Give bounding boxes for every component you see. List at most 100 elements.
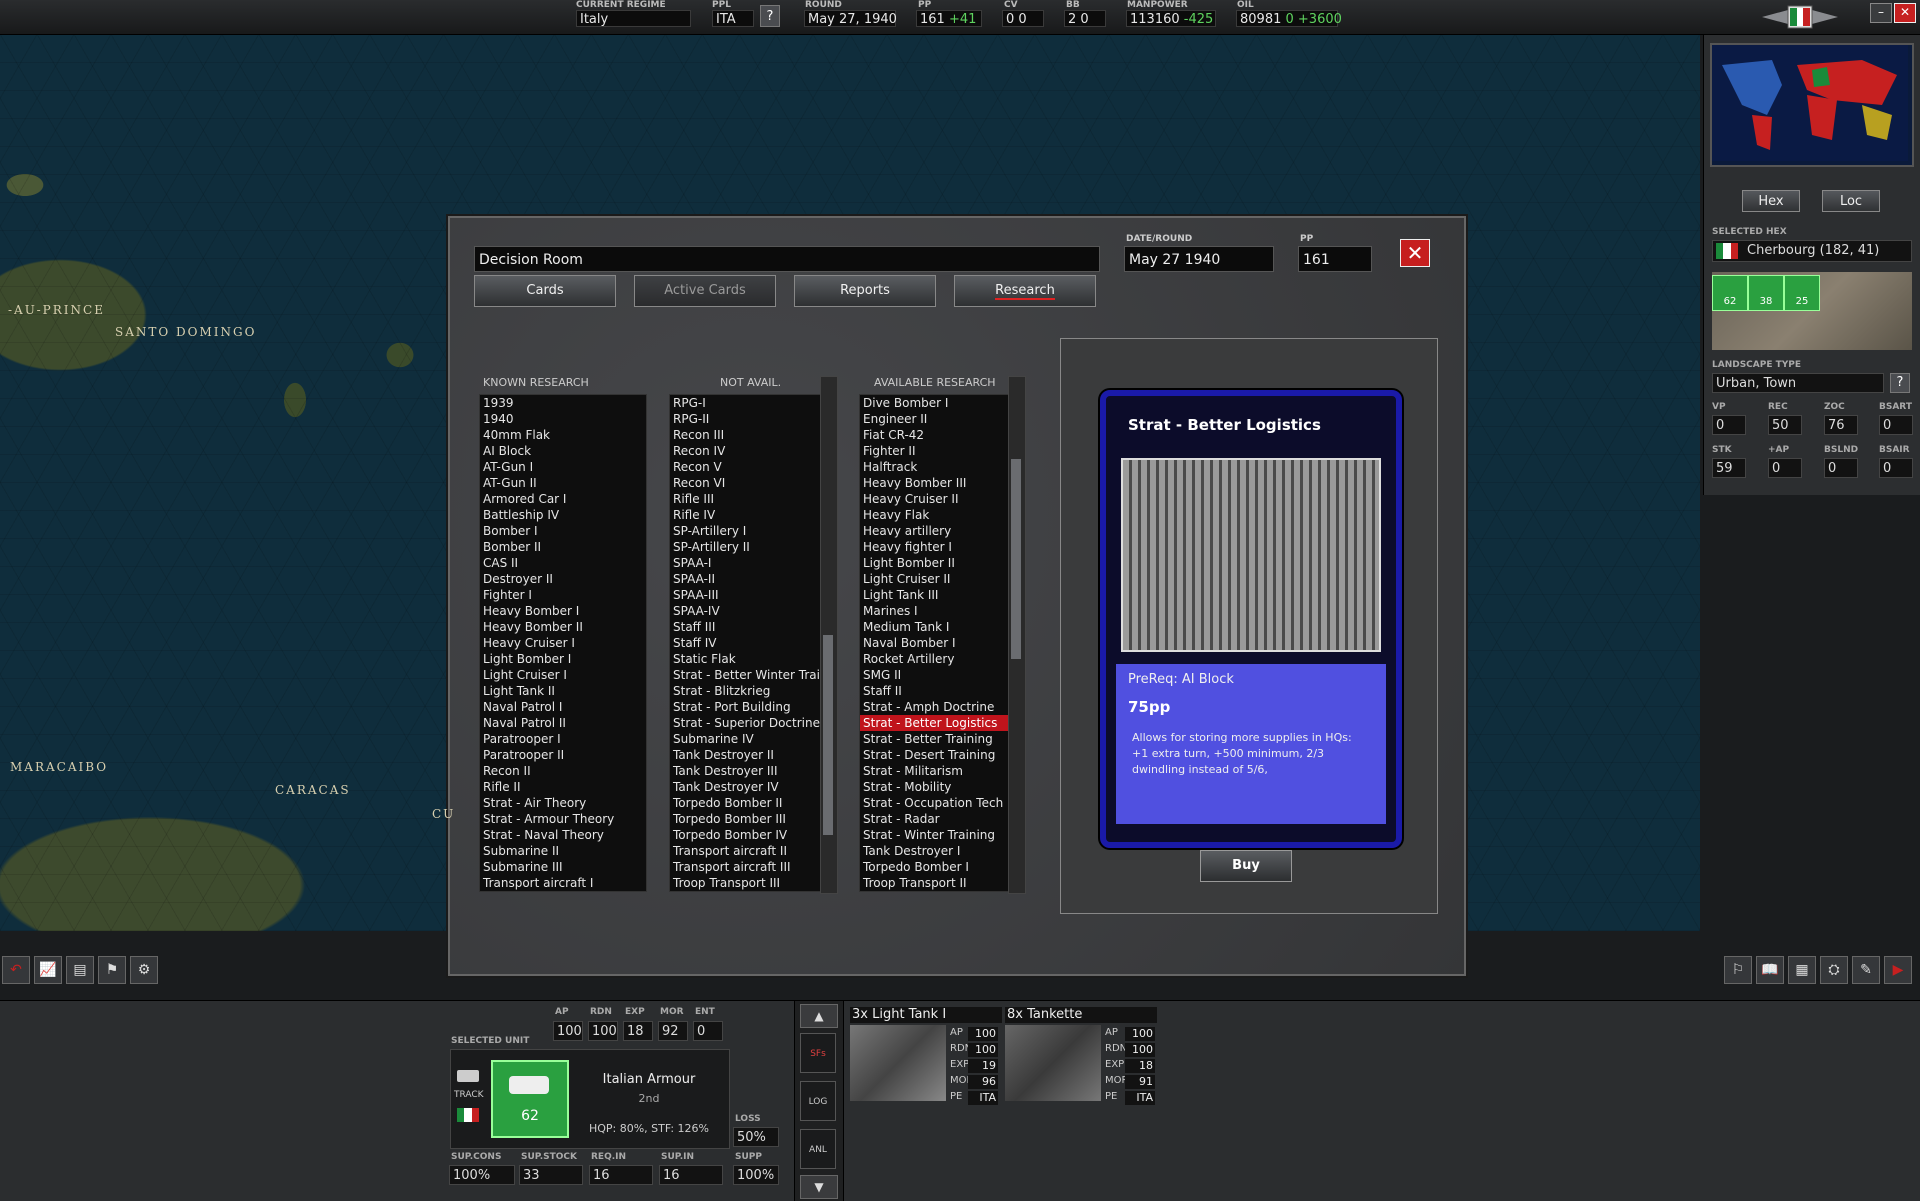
list-item[interactable]: SPAA-II <box>670 571 830 587</box>
list-item[interactable]: Heavy Bomber III <box>860 475 1010 491</box>
scroll-thumb[interactable] <box>1011 459 1021 659</box>
tab-research[interactable]: Research <box>954 275 1096 307</box>
list-item[interactable]: Naval Bomber I <box>860 635 1010 651</box>
list-item[interactable]: Bomber I <box>480 523 646 539</box>
list-item[interactable]: Strat - Radar <box>860 811 1010 827</box>
list-item[interactable]: Naval Patrol I <box>480 699 646 715</box>
list-item[interactable]: 1939 <box>480 395 646 411</box>
list-item[interactable]: SP-Artillery II <box>670 539 830 555</box>
minimap[interactable] <box>1710 43 1914 167</box>
list-item[interactable]: Light Cruiser I <box>480 667 646 683</box>
list-item[interactable]: Torpedo Bomber II <box>670 795 830 811</box>
list-item[interactable]: Troop Transport III <box>670 875 830 891</box>
list-item[interactable]: Strat - Desert Training <box>860 747 1010 763</box>
production-icon[interactable]: ⚙ <box>130 956 158 984</box>
unit-counter[interactable]: 62 <box>491 1060 569 1138</box>
list-item[interactable]: AI Block <box>480 443 646 459</box>
list-item[interactable]: Rifle II <box>480 779 646 795</box>
hq-icon[interactable]: ⚑ <box>98 956 126 984</box>
list-item[interactable]: 1940 <box>480 411 646 427</box>
hex-unit-armor[interactable]: 25 <box>1784 275 1820 311</box>
down-arrow-icon[interactable]: ▼ <box>800 1175 838 1199</box>
list-item[interactable]: Armored Car I <box>480 491 646 507</box>
list-item[interactable]: Heavy Bomber I <box>480 603 646 619</box>
list-item[interactable]: Strat - Superior Doctrines <box>670 715 830 731</box>
list-item[interactable]: Transport aircraft I <box>480 875 646 891</box>
list-item[interactable]: Torpedo Bomber IV <box>670 827 830 843</box>
grid-icon[interactable]: ▦ <box>1788 956 1816 984</box>
list-item[interactable]: SPAA-IV <box>670 603 830 619</box>
list-item[interactable]: Strat - Naval Theory <box>480 827 646 843</box>
known-research-list[interactable]: 1939 1940 40mm Flak AI Block AT-Gun I AT-Gun … <box>479 394 647 892</box>
list-item[interactable]: Recon III <box>670 427 830 443</box>
buy-button[interactable]: Buy <box>1200 850 1292 882</box>
list-item[interactable]: Strat - Amph Doctrine <box>860 699 1010 715</box>
list-item[interactable]: CAS II <box>480 555 646 571</box>
list-item[interactable]: Heavy artillery <box>860 523 1010 539</box>
selected-unit-box[interactable]: TRACK 62 Italian Armour 2nd HQP: 80%, ST… <box>450 1049 730 1149</box>
reports-icon[interactable]: ▤ <box>66 956 94 984</box>
loc-button[interactable]: Loc <box>1822 190 1880 212</box>
list-item[interactable]: Static Flak <box>670 651 830 667</box>
list-item[interactable]: Strat - Better Training <box>860 731 1010 747</box>
scroll-thumb[interactable] <box>823 635 833 835</box>
list-item[interactable]: Staff II <box>860 683 1010 699</box>
list-item[interactable]: Staff IV <box>670 635 830 651</box>
list-item[interactable]: Staff III <box>670 619 830 635</box>
list-item[interactable]: Fiat CR-42 <box>860 427 1010 443</box>
end-turn-icon[interactable]: ▶ <box>1884 956 1912 984</box>
list-item[interactable]: Submarine IV <box>670 731 830 747</box>
list-item[interactable]: Strat - Better Winter Training <box>670 667 830 683</box>
list-item[interactable]: SP-Artillery I <box>670 523 830 539</box>
list-item[interactable]: RPG-II <box>670 411 830 427</box>
list-item[interactable]: Strat - Militarism <box>860 763 1010 779</box>
list-item[interactable]: Recon IV <box>670 443 830 459</box>
tab-reports[interactable]: Reports <box>794 275 936 307</box>
list-item[interactable]: Light Tank III <box>860 587 1010 603</box>
list-item[interactable]: SMG II <box>860 667 1010 683</box>
list-item[interactable]: Dive Bomber I <box>860 395 1010 411</box>
subunit-card[interactable]: 3x Light Tank I AP 100 RDN 100 EXP 19 MOR 96… <box>850 1007 1002 1105</box>
close-button[interactable]: ✕ <box>1400 239 1430 267</box>
list-item[interactable]: Light Cruiser II <box>860 571 1010 587</box>
minimize-icon[interactable]: – <box>1870 3 1892 23</box>
list-item[interactable]: Torpedo Bomber III <box>670 811 830 827</box>
list-item[interactable]: Transport aircraft III <box>670 859 830 875</box>
list-item[interactable]: Battleship IV <box>480 507 646 523</box>
list-item[interactable]: Paratrooper I <box>480 731 646 747</box>
tools-icon[interactable]: ✎ <box>1852 956 1880 984</box>
list-item[interactable]: Recon V <box>670 459 830 475</box>
list-item[interactable]: Rifle III <box>670 491 830 507</box>
list-item[interactable]: Troop Transport II <box>860 875 1010 891</box>
list-item[interactable]: 40mm Flak <box>480 427 646 443</box>
subunit-card[interactable]: 8x Tankette AP 100 RDN 100 EXP 18 MOR 91 PE I… <box>1005 1007 1160 1105</box>
list-item[interactable]: Strat - Mobility <box>860 779 1010 795</box>
close-icon[interactable]: ✕ <box>1894 3 1916 23</box>
list-item[interactable]: Light Tank II <box>480 683 646 699</box>
log-button[interactable]: LOG <box>800 1081 836 1121</box>
list-item[interactable]: Marines I <box>860 603 1010 619</box>
tab-cards[interactable]: Cards <box>474 275 616 307</box>
list-item[interactable]: Tank Destroyer IV <box>670 779 830 795</box>
list-item[interactable]: Heavy Cruiser II <box>860 491 1010 507</box>
not-avail-list[interactable]: RPG-I RPG-II Recon III Recon IV Recon V Recon… <box>669 394 831 892</box>
list-item[interactable]: Strat - Port Building <box>670 699 830 715</box>
list-item[interactable]: Naval Patrol II <box>480 715 646 731</box>
list-item[interactable]: Engineer II <box>860 411 1010 427</box>
tab-active-cards[interactable]: Active Cards <box>634 275 776 307</box>
list-item[interactable]: Submarine II <box>480 843 646 859</box>
list-item[interactable]: Tank Destroyer II <box>670 747 830 763</box>
anl-button[interactable]: ANL <box>800 1129 836 1169</box>
available-research-list[interactable]: Dive Bomber I Engineer II Fiat CR-42 Fighte… <box>859 394 1011 892</box>
list-item[interactable]: Torpedo Bomber I <box>860 859 1010 875</box>
list-item[interactable]: Recon VI <box>670 475 830 491</box>
list-item[interactable]: Medium Tank I <box>860 619 1010 635</box>
list-item[interactable]: Strat - Air Theory <box>480 795 646 811</box>
undo-icon[interactable]: ↶ <box>2 956 30 984</box>
list-item[interactable]: AT-Gun I <box>480 459 646 475</box>
up-arrow-icon[interactable]: ▲ <box>800 1004 838 1028</box>
hex-unit-infantry[interactable]: 38 <box>1748 275 1784 311</box>
flag-icon[interactable]: ⚐ <box>1724 956 1752 984</box>
sfs-button[interactable]: SFs <box>800 1033 836 1073</box>
list-item[interactable]: Light Bomber I <box>480 651 646 667</box>
